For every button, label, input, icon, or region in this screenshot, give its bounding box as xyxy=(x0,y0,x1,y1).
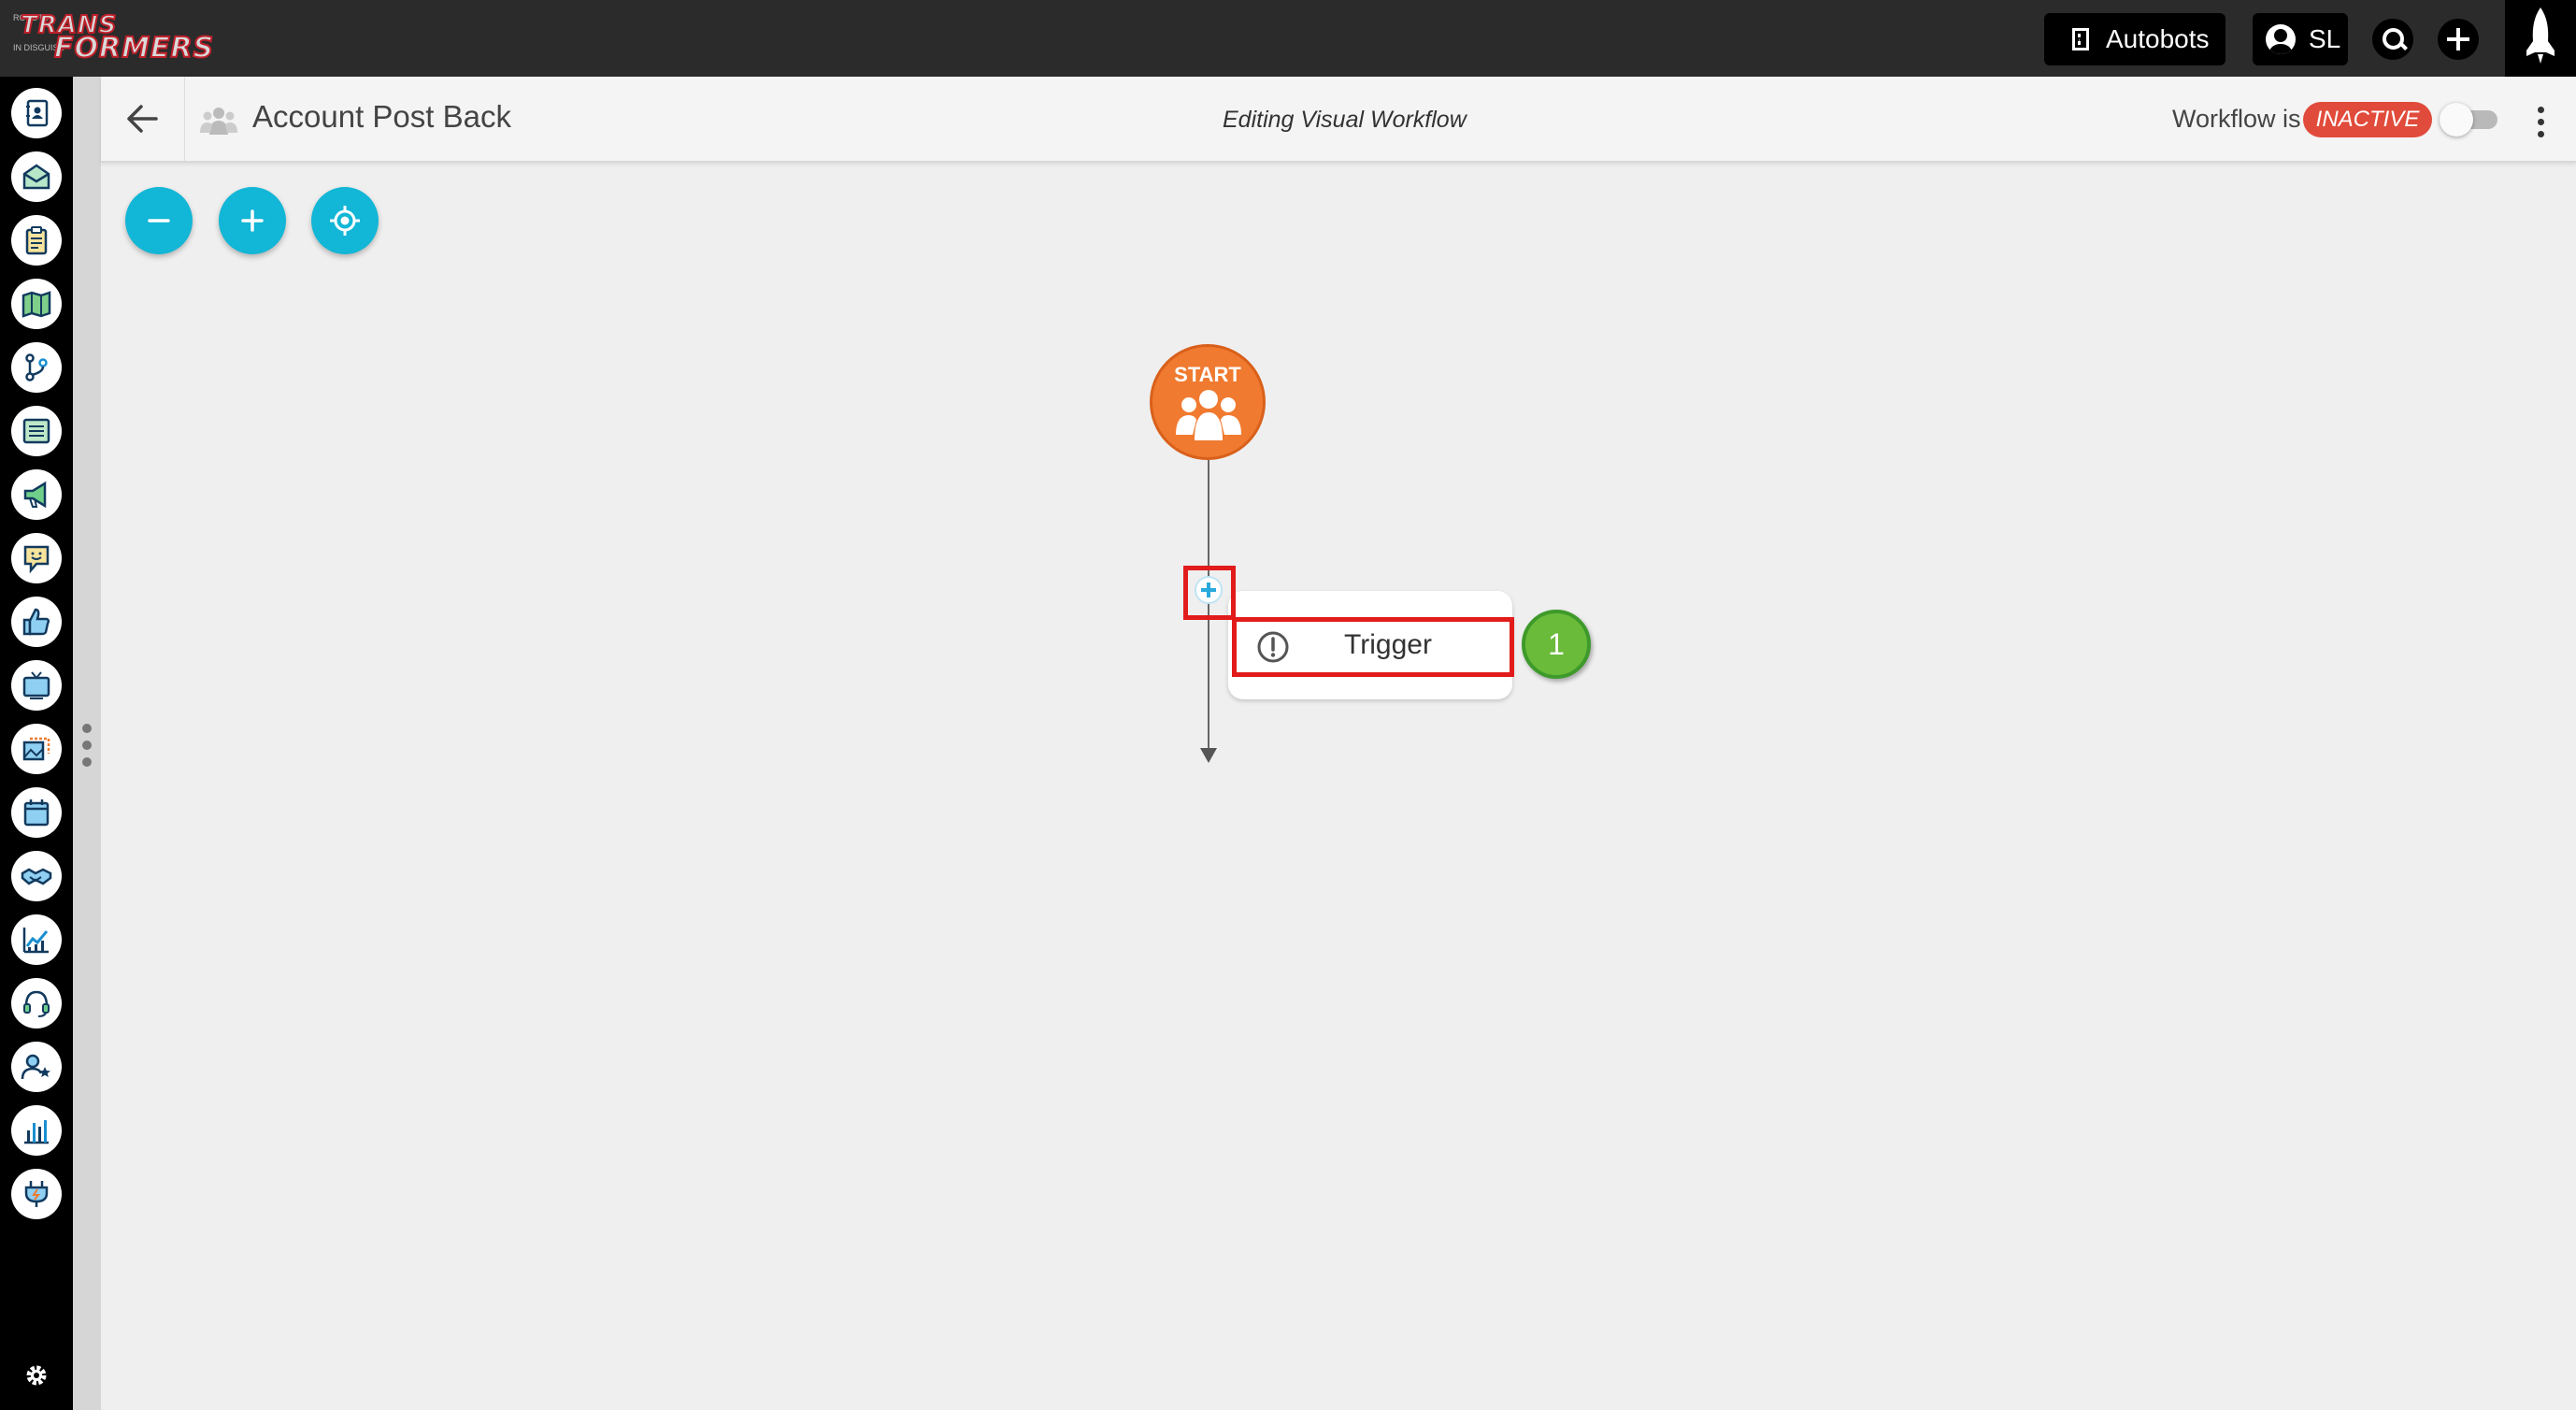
sidebar-item-users[interactable] xyxy=(11,1042,62,1092)
sidebar-item-integrations[interactable] xyxy=(11,1169,62,1219)
bar-chart-icon xyxy=(24,1120,49,1144)
zoom-out-button[interactable] xyxy=(125,187,193,254)
more-options-icon[interactable] xyxy=(2533,107,2548,138)
thumbs-up-icon xyxy=(22,608,50,636)
sidebar-item-maps[interactable] xyxy=(11,279,62,329)
toggle-knob xyxy=(2440,103,2473,137)
sidebar-item-content[interactable] xyxy=(11,724,62,774)
building-icon xyxy=(2072,28,2089,50)
workflow-active-toggle[interactable] xyxy=(2440,103,2501,137)
plus-icon xyxy=(241,209,264,232)
plus-icon[interactable] xyxy=(2438,19,2479,60)
contact-book-icon xyxy=(26,99,49,127)
sidebar-item-chat[interactable] xyxy=(11,533,62,583)
sidebar-item-campaigns[interactable] xyxy=(11,469,62,520)
editing-mode-label: Editing Visual Workflow xyxy=(1223,107,1467,133)
sidebar-item-support[interactable] xyxy=(11,978,62,1029)
zoom-in-button[interactable] xyxy=(219,187,286,254)
group-icon xyxy=(1176,390,1241,440)
organization-name: Autobots xyxy=(2106,24,2210,53)
sidebar-item-media[interactable] xyxy=(11,660,62,711)
sidebar-item-analytics[interactable] xyxy=(11,914,62,965)
handshake-icon xyxy=(21,868,52,885)
sidebar-item-tasks[interactable] xyxy=(11,215,62,266)
sidebar-item-contacts[interactable] xyxy=(11,88,62,138)
left-sidebar xyxy=(0,77,73,1410)
user-avatar-icon xyxy=(2266,24,2296,54)
gear-icon[interactable] xyxy=(22,1361,50,1389)
calendar-icon xyxy=(23,799,50,827)
connector-arrow xyxy=(1200,748,1217,763)
sidebar-item-workflows[interactable] xyxy=(11,342,62,393)
workflow-status-label: Workflow is xyxy=(2172,105,2301,133)
branch-icon xyxy=(25,353,48,381)
trigger-highlight xyxy=(1232,617,1514,677)
tv-icon xyxy=(22,671,50,699)
envelope-open-icon xyxy=(22,164,50,190)
sidebar-resize-handle[interactable] xyxy=(73,77,101,1410)
sidebar-item-inbox[interactable] xyxy=(11,151,62,202)
start-label: START xyxy=(1174,363,1241,386)
arrow-left-icon xyxy=(127,105,158,133)
plug-icon xyxy=(24,1181,49,1207)
workflow-header: Account Post Back Editing Visual Workflo… xyxy=(101,77,2576,163)
organization-switcher-button[interactable]: Autobots xyxy=(2044,13,2225,65)
trend-chart-icon xyxy=(22,928,49,954)
transformers-logo[interactable]: ROBOTS TRANS IN DISGUISE FORMERS xyxy=(13,10,214,65)
back-button[interactable] xyxy=(101,77,185,161)
list-icon xyxy=(22,418,50,444)
handle-dot xyxy=(82,757,92,767)
minus-icon xyxy=(148,219,170,223)
user-initials: SL xyxy=(2309,24,2341,53)
map-icon xyxy=(21,291,51,318)
recenter-button[interactable] xyxy=(311,187,379,254)
sidebar-item-calendar[interactable] xyxy=(11,787,62,838)
chat-bubble-icon xyxy=(23,545,50,574)
sidebar-item-reports[interactable] xyxy=(11,1105,62,1156)
add-step-highlight xyxy=(1183,566,1236,620)
user-star-icon xyxy=(21,1054,50,1080)
status-badge: INACTIVE xyxy=(2303,102,2432,137)
group-icon xyxy=(200,108,237,135)
top-bar: ROBOTS TRANS IN DISGUISE FORMERS Autobot… xyxy=(0,0,2576,77)
crosshair-icon xyxy=(330,206,360,236)
search-icon[interactable] xyxy=(2372,19,2413,60)
sidebar-item-social[interactable] xyxy=(11,597,62,647)
headset-icon xyxy=(23,990,50,1017)
start-node[interactable]: START xyxy=(1150,344,1266,460)
sidebar-item-lists[interactable] xyxy=(11,406,62,456)
handle-dot xyxy=(82,724,92,733)
image-gallery-icon xyxy=(22,737,50,761)
handle-dot xyxy=(82,741,92,750)
page-title[interactable]: Account Post Back xyxy=(252,99,511,135)
logo-line-2: FORMERS xyxy=(53,31,215,65)
user-menu-button[interactable]: SL xyxy=(2253,13,2348,65)
launch-button[interactable] xyxy=(2505,0,2576,77)
clipboard-icon xyxy=(25,226,48,255)
rocket-icon xyxy=(2526,7,2555,64)
step-number-badge: 1 xyxy=(1522,610,1591,679)
sidebar-item-deals[interactable] xyxy=(11,851,62,901)
megaphone-icon xyxy=(23,481,47,509)
